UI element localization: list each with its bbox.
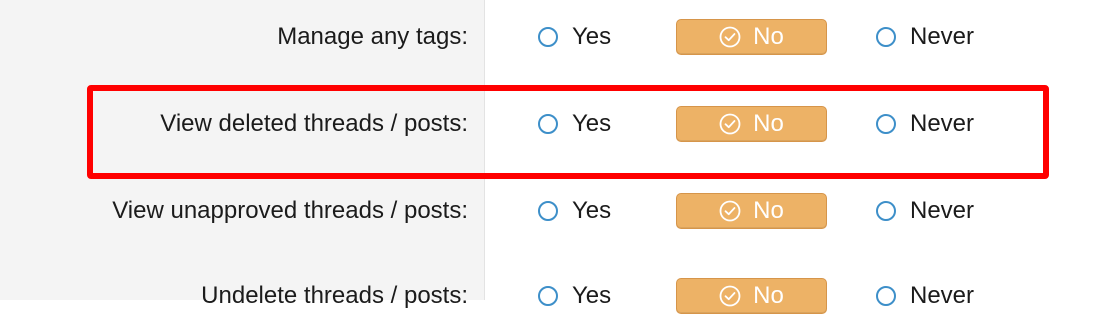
permission-label: View unapproved threads / posts: — [112, 197, 468, 224]
permission-row-view-deleted: View deleted threads / posts: Yes No Nev… — [0, 104, 1117, 144]
option-yes-label: Yes — [572, 110, 612, 137]
check-circle-icon — [719, 26, 741, 48]
option-no-selected[interactable]: No — [676, 193, 827, 229]
radio-circle-icon[interactable] — [538, 286, 558, 306]
option-yes[interactable]: Yes — [538, 276, 611, 316]
radio-circle-icon[interactable] — [538, 27, 558, 47]
option-never-label: Never — [910, 197, 975, 224]
radio-circle-icon[interactable] — [538, 201, 558, 221]
option-yes-label: Yes — [572, 282, 612, 309]
option-no-label: No — [753, 110, 784, 137]
radio-circle-icon[interactable] — [538, 114, 558, 134]
option-yes-label: Yes — [572, 197, 612, 224]
option-no-selected[interactable]: No — [676, 278, 827, 314]
option-yes-label: Yes — [572, 23, 612, 50]
option-yes[interactable]: Yes — [538, 17, 611, 57]
permission-row-view-unapproved: View unapproved threads / posts: Yes No … — [0, 191, 1117, 231]
option-never[interactable]: Never — [876, 191, 974, 231]
option-never[interactable]: Never — [876, 17, 974, 57]
radio-circle-icon[interactable] — [876, 201, 896, 221]
radio-circle-icon[interactable] — [876, 27, 896, 47]
option-no-selected[interactable]: No — [676, 19, 827, 55]
permission-label: View deleted threads / posts: — [160, 110, 468, 137]
radio-circle-icon[interactable] — [876, 114, 896, 134]
check-circle-icon — [719, 200, 741, 222]
check-circle-icon — [719, 113, 741, 135]
permission-label: Undelete threads / posts: — [201, 282, 468, 309]
option-never-label: Never — [910, 23, 975, 50]
option-no-label: No — [753, 282, 784, 309]
option-never-label: Never — [910, 282, 975, 309]
permission-label: Manage any tags: — [277, 23, 468, 50]
option-never[interactable]: Never — [876, 104, 974, 144]
option-no-label: No — [753, 23, 784, 50]
option-no-selected[interactable]: No — [676, 106, 827, 142]
option-no-label: No — [753, 197, 784, 224]
permission-row-undelete: Undelete threads / posts: Yes No Never — [0, 276, 1117, 316]
option-yes[interactable]: Yes — [538, 191, 611, 231]
option-never[interactable]: Never — [876, 276, 974, 316]
radio-circle-icon[interactable] — [876, 286, 896, 306]
permission-row-manage-any-tags: Manage any tags: Yes No Never — [0, 17, 1117, 57]
check-circle-icon — [719, 285, 741, 307]
option-yes[interactable]: Yes — [538, 104, 611, 144]
option-never-label: Never — [910, 110, 975, 137]
